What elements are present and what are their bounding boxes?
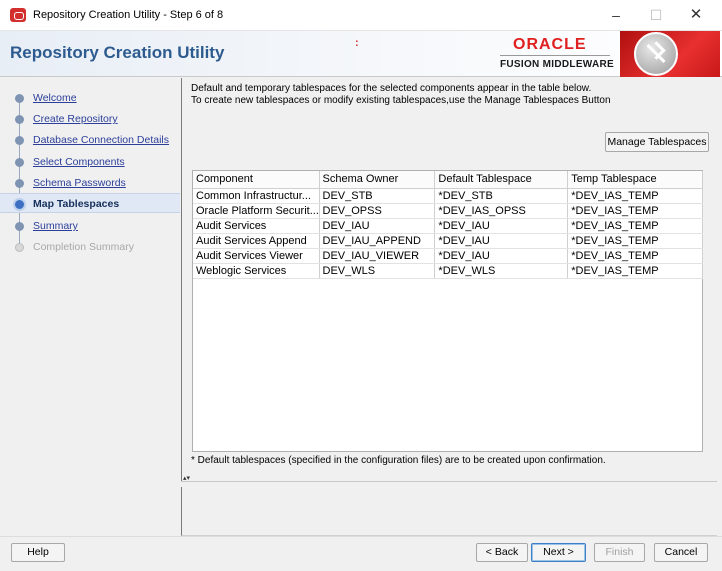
cell-default-tablespace[interactable]: *DEV_STB	[434, 188, 569, 204]
nav-step-database-connection[interactable]: Database Connection Details	[0, 130, 180, 150]
message-panel	[181, 487, 717, 536]
cell-temp-tablespace[interactable]: *DEV_IAS_TEMP	[567, 188, 703, 204]
minimize-button[interactable]: –	[596, 4, 636, 28]
step-dot-icon	[15, 243, 24, 252]
cell-default-tablespace[interactable]: *DEV_IAU	[434, 218, 569, 234]
banner-marker: :	[355, 37, 359, 49]
step-dot-icon	[15, 222, 24, 231]
column-header-default-tablespace[interactable]: Default Tablespace	[434, 171, 569, 189]
column-header-schema-owner[interactable]: Schema Owner	[319, 171, 436, 189]
nav-step-label[interactable]: Select Components	[33, 156, 125, 168]
table-row[interactable]: Common Infrastructur... DEV_STB *DEV_STB…	[193, 188, 703, 204]
cell-default-tablespace[interactable]: *DEV_WLS	[434, 263, 569, 279]
finish-button: Finish	[594, 543, 645, 562]
title-bar: Repository Creation Utility - Step 6 of …	[0, 0, 722, 31]
footnote: * Default tablespaces (specified in the …	[191, 455, 606, 466]
step-dot-icon	[15, 158, 24, 167]
cell-component: Audit Services	[193, 218, 320, 234]
table-row[interactable]: Audit Services Append DEV_IAU_APPEND *DE…	[193, 233, 703, 249]
cell-component: Audit Services Append	[193, 233, 320, 249]
cell-schema-owner: DEV_IAU_VIEWER	[319, 248, 436, 264]
help-button[interactable]: Help	[11, 543, 65, 562]
cancel-button[interactable]: Cancel	[654, 543, 708, 562]
nav-step-label[interactable]: Create Repository	[33, 113, 118, 125]
logo-divider	[500, 55, 610, 56]
nav-step-summary[interactable]: Summary	[0, 216, 180, 236]
nav-step-select-components[interactable]: Select Components	[0, 152, 180, 172]
nav-step-completion-summary: Completion Summary	[0, 237, 180, 257]
window-title: Repository Creation Utility - Step 6 of …	[33, 9, 224, 21]
main-content: Default and temporary tablespaces for th…	[181, 78, 717, 481]
instructions: Default and temporary tablespaces for th…	[191, 83, 611, 107]
footer-divider	[0, 536, 722, 537]
cell-default-tablespace[interactable]: *DEV_IAS_OPSS	[434, 203, 569, 219]
cell-component: Audit Services Viewer	[193, 248, 320, 264]
step-dot-icon	[15, 136, 24, 145]
step-dot-icon	[15, 115, 24, 124]
cell-default-tablespace[interactable]: *DEV_IAU	[434, 233, 569, 249]
nav-step-label: Map Tablespaces	[33, 198, 120, 210]
cell-schema-owner: DEV_IAU	[319, 218, 436, 234]
page-title: Repository Creation Utility	[10, 43, 225, 62]
table-row[interactable]: Weblogic Services DEV_WLS *DEV_WLS *DEV_…	[193, 263, 703, 279]
instructions-line-2: To create new tablespaces or modify exis…	[191, 95, 611, 106]
nav-step-create-repository[interactable]: Create Repository	[0, 109, 180, 129]
cell-schema-owner: DEV_OPSS	[319, 203, 436, 219]
manage-tablespaces-button[interactable]: Manage Tablespaces	[605, 132, 709, 152]
column-header-component[interactable]: Component	[193, 171, 320, 189]
current-step-icon	[13, 198, 26, 211]
nav-step-map-tablespaces[interactable]: Map Tablespaces	[0, 193, 180, 213]
column-header-temp-tablespace[interactable]: Temp Tablespace	[567, 171, 703, 189]
tablespace-table[interactable]: Component Schema Owner Default Tablespac…	[192, 170, 703, 452]
nav-step-label[interactable]: Database Connection Details	[33, 134, 169, 146]
cell-schema-owner: DEV_WLS	[319, 263, 436, 279]
nav-step-label[interactable]: Schema Passwords	[33, 177, 126, 189]
cell-component: Oracle Platform Securit...	[193, 203, 320, 219]
nav-step-label[interactable]: Welcome	[33, 92, 77, 104]
table-row[interactable]: Audit Services DEV_IAU *DEV_IAU *DEV_IAS…	[193, 218, 703, 234]
table-row[interactable]: Oracle Platform Securit... DEV_OPSS *DEV…	[193, 203, 703, 219]
table-header-row: Component Schema Owner Default Tablespac…	[193, 171, 703, 189]
product-name: FUSION MIDDLEWARE	[500, 59, 614, 70]
cell-temp-tablespace[interactable]: *DEV_IAS_TEMP	[567, 248, 703, 264]
cell-schema-owner: DEV_STB	[319, 188, 436, 204]
nav-step-schema-passwords[interactable]: Schema Passwords	[0, 173, 180, 193]
oracle-logo: ORACLE	[513, 36, 587, 53]
cell-temp-tablespace[interactable]: *DEV_IAS_TEMP	[567, 218, 703, 234]
cell-component: Common Infrastructur...	[193, 188, 320, 204]
nav-step-label[interactable]: Summary	[33, 220, 78, 232]
table-row[interactable]: Audit Services Viewer DEV_IAU_VIEWER *DE…	[193, 248, 703, 264]
close-button[interactable]: ✕	[676, 4, 716, 28]
cell-schema-owner: DEV_IAU_APPEND	[319, 233, 436, 249]
wizard-steps-nav: Welcome Create Repository Database Conne…	[0, 78, 180, 536]
instructions-line-1: Default and temporary tablespaces for th…	[191, 83, 592, 94]
back-button[interactable]: < Back	[476, 543, 528, 562]
nav-step-label: Completion Summary	[33, 241, 134, 253]
step-dot-icon	[15, 179, 24, 188]
cell-temp-tablespace[interactable]: *DEV_IAS_TEMP	[567, 203, 703, 219]
maximize-button[interactable]: ☐	[636, 4, 676, 28]
step-dot-icon	[15, 94, 24, 103]
next-button[interactable]: Next >	[531, 543, 586, 562]
cell-temp-tablespace[interactable]: *DEV_IAS_TEMP	[567, 263, 703, 279]
cell-component: Weblogic Services	[193, 263, 320, 279]
cell-default-tablespace[interactable]: *DEV_IAU	[434, 248, 569, 264]
app-icon	[10, 8, 26, 22]
header-banner: Repository Creation Utility : ORACLE FUS…	[0, 31, 722, 77]
nav-step-welcome[interactable]: Welcome	[0, 88, 180, 108]
rcu-badge-icon	[620, 31, 720, 77]
cell-temp-tablespace[interactable]: *DEV_IAS_TEMP	[567, 233, 703, 249]
arrow-circle-icon	[634, 32, 678, 76]
